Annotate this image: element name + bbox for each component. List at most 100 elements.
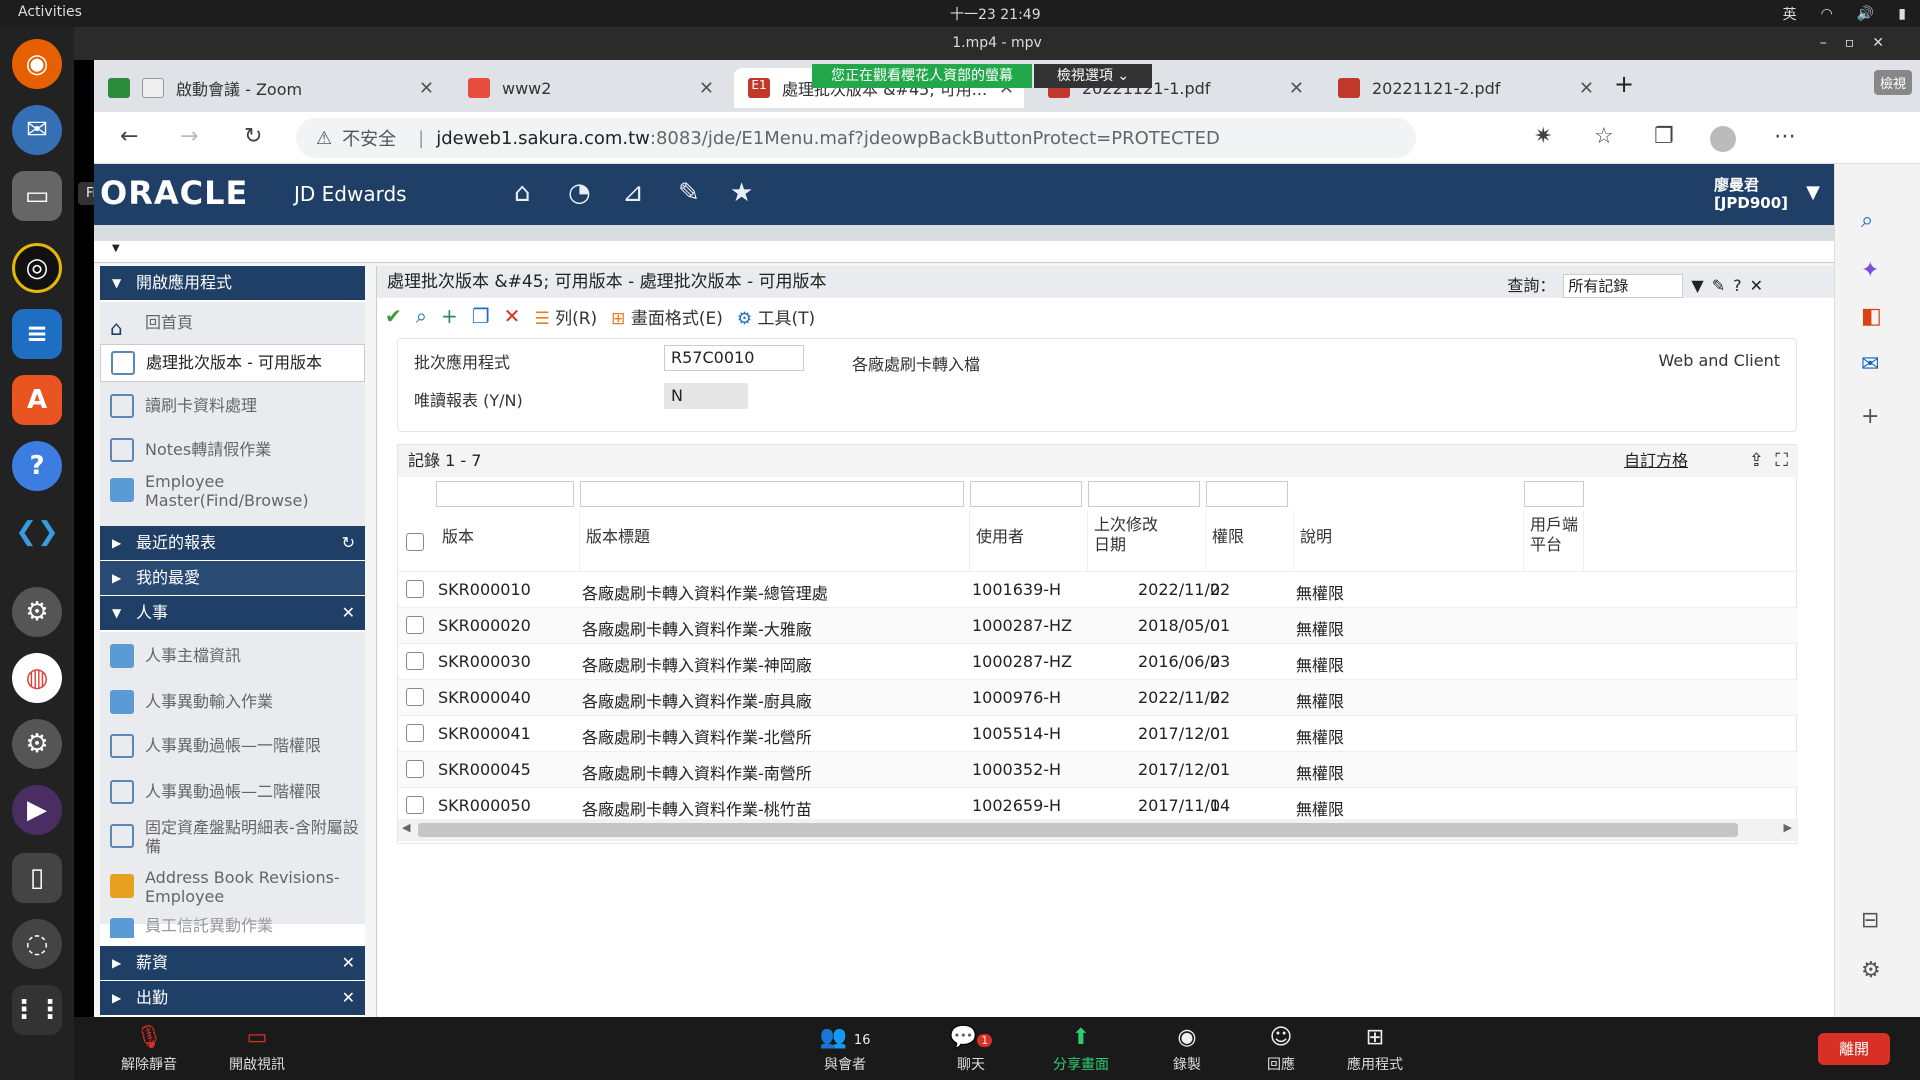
- battery-icon[interactable]: ▮: [1898, 6, 1906, 22]
- help-icon[interactable]: ?: [12, 441, 62, 491]
- table-row[interactable]: SKR000010 各廠處刷卡轉入資料作業-總管理處 1001639-H 2022/1…: [398, 571, 1798, 607]
- copilot-icon[interactable]: ✦: [1861, 258, 1879, 283]
- sidebar-item-notes-leave[interactable]: Notes轉請假作業: [100, 432, 365, 468]
- table-row[interactable]: SKR000041 各廠處刷卡轉入資料作業-北營所 1005514-H 2017/12…: [398, 715, 1798, 751]
- filter-platform[interactable]: [1524, 481, 1584, 507]
- tab-zoom[interactable]: 啟動會議 - Zoom ✕: [94, 68, 444, 108]
- user-menu[interactable]: 廖曼君 [JPD900]: [1714, 176, 1788, 212]
- new-tab-icon[interactable]: +: [1614, 70, 1634, 98]
- close-icon[interactable]: ✕: [419, 78, 434, 99]
- settings-icon[interactable]: ⚙: [12, 587, 62, 637]
- col-title[interactable]: 版本標題: [580, 511, 970, 571]
- search-icon[interactable]: ⌕: [416, 304, 427, 328]
- forward-icon[interactable]: →: [180, 124, 198, 149]
- delete-icon[interactable]: ✕: [504, 304, 521, 328]
- back-icon[interactable]: ←: [120, 124, 138, 149]
- copy-icon[interactable]: ❐: [472, 304, 490, 328]
- chevron-down-icon[interactable]: ▼: [112, 243, 120, 254]
- recent-reports-header[interactable]: ▶ 最近的報表 ↻: [100, 526, 365, 560]
- select-check-icon[interactable]: ✔: [385, 304, 402, 328]
- drive-icon[interactable]: ▯: [12, 853, 62, 903]
- filter-user[interactable]: [970, 481, 1082, 507]
- apps-button[interactable]: ⊞ 應用程式: [1330, 1025, 1420, 1074]
- filter-permission[interactable]: [1206, 481, 1288, 507]
- row-checkbox[interactable]: [406, 652, 424, 670]
- thunderbird-icon[interactable]: ✉: [12, 105, 62, 155]
- col-description[interactable]: 說明: [1294, 511, 1524, 571]
- add-icon[interactable]: +: [441, 304, 458, 328]
- reactions-button[interactable]: ☺ 回應: [1236, 1025, 1326, 1074]
- close-icon[interactable]: ✕: [699, 78, 714, 99]
- tools-menu[interactable]: ⚙ 工具(T): [737, 304, 815, 329]
- row-checkbox[interactable]: [406, 724, 424, 742]
- favorites-icon[interactable]: ☆: [1594, 124, 1614, 149]
- share-screen-button[interactable]: ⬆ 分享畫面: [1036, 1025, 1126, 1074]
- unmute-button[interactable]: 🎙 解除靜音: [104, 1025, 194, 1074]
- participants-button[interactable]: 👥 16 與會者: [800, 1025, 890, 1074]
- firefox-icon[interactable]: ◉: [12, 39, 62, 89]
- table-row[interactable]: SKR000030 各廠處刷卡轉入資料作業-神岡廠 1000287-HZ 2016/0…: [398, 643, 1798, 679]
- sidebar-item-hr-post2[interactable]: 人事異動過帳—二階權限: [100, 774, 365, 810]
- open-apps-header[interactable]: ▼ 開啟應用程式: [100, 266, 365, 300]
- collections-icon[interactable]: ❐: [1654, 124, 1674, 149]
- row-menu[interactable]: ☰ 列(R): [534, 304, 597, 329]
- menu-icon[interactable]: ⋯: [1774, 124, 1796, 149]
- clock[interactable]: 十一23 21:49: [950, 4, 1041, 24]
- reload-icon[interactable]: ↻: [244, 124, 262, 149]
- col-permission[interactable]: 權限: [1206, 511, 1294, 571]
- layout-menu[interactable]: ⊞ 畫面格式(E): [611, 304, 723, 329]
- chrome-icon[interactable]: ◍: [12, 653, 62, 703]
- vscode-icon[interactable]: ❮❯: [12, 507, 62, 557]
- search-icon[interactable]: ⌕: [1861, 208, 1873, 233]
- batch-app-field[interactable]: R57C0010: [664, 345, 804, 371]
- ime-indicator[interactable]: 英: [1783, 4, 1797, 24]
- leave-button[interactable]: 離開: [1818, 1033, 1890, 1065]
- wifi-icon[interactable]: ◠: [1821, 6, 1833, 22]
- table-row[interactable]: SKR000020 各廠處刷卡轉入資料作業-大雅廠 1000287-HZ 2018/0…: [398, 607, 1798, 643]
- writer-icon[interactable]: ≡: [12, 309, 62, 359]
- row-checkbox[interactable]: [406, 688, 424, 706]
- customize-grid-link[interactable]: 自訂方格: [1624, 445, 1688, 477]
- edit-icon[interactable]: ✎: [678, 178, 700, 208]
- close-icon[interactable]: ✕: [1289, 78, 1304, 99]
- activities-button[interactable]: Activities: [18, 4, 82, 20]
- col-date[interactable]: 上次修改 日期: [1088, 511, 1206, 571]
- video-player-icon[interactable]: ▶: [12, 785, 62, 835]
- office-icon[interactable]: ◧: [1861, 304, 1882, 329]
- rhythmbox-icon[interactable]: ◎: [12, 243, 62, 293]
- chart-icon[interactable]: ⊿: [622, 178, 644, 208]
- disk-icon[interactable]: ◌: [12, 919, 62, 969]
- view-options-button[interactable]: 檢視選項 ⌄: [1034, 64, 1152, 88]
- favorites-header[interactable]: ▶ 我的最愛: [100, 561, 365, 595]
- sidebar-item-asset-report[interactable]: 固定資產盤點明細表-含附屬設備: [100, 818, 365, 862]
- volume-icon[interactable]: 🔊: [1857, 6, 1874, 22]
- hr-header[interactable]: ▼ 人事 ✕: [100, 596, 365, 630]
- query-dropdown[interactable]: 所有記錄: [1563, 274, 1684, 298]
- record-button[interactable]: ◉ 錄製: [1142, 1025, 1232, 1074]
- settings-icon-2[interactable]: ⚙: [12, 719, 62, 769]
- export-icon[interactable]: ⇪: [1749, 445, 1764, 477]
- table-row[interactable]: SKR000045 各廠處刷卡轉入資料作業-南營所 1000352-H 2017/12…: [398, 751, 1798, 787]
- extension-icon[interactable]: ✷: [1534, 124, 1552, 149]
- close-icon[interactable]: ✕: [1579, 78, 1594, 99]
- home-icon[interactable]: ⌂: [514, 178, 531, 208]
- sidebar-toggle-icon[interactable]: ⊟: [1861, 908, 1879, 933]
- sidebar-item-hr-master[interactable]: 人事主檔資訊: [100, 638, 365, 674]
- select-all-checkbox[interactable]: [406, 533, 424, 551]
- tab-www2[interactable]: www2 ✕: [454, 68, 724, 108]
- settings-icon[interactable]: ⚙: [1861, 958, 1881, 983]
- url-field[interactable]: ⚠ 不安全 | jdeweb1.sakura.com.tw :8083/jde/…: [296, 118, 1416, 158]
- row-checkbox[interactable]: [406, 760, 424, 778]
- filter-version[interactable]: [436, 481, 574, 507]
- col-platform[interactable]: 用戶端 平台: [1524, 511, 1584, 571]
- sidebar-item-trust[interactable]: 員工信託異動作業: [100, 916, 365, 938]
- table-row[interactable]: SKR000040 各廠處刷卡轉入資料作業-廚具廠 1000976-H 2022/11…: [398, 679, 1798, 715]
- outlook-icon[interactable]: ✉: [1861, 352, 1879, 377]
- system-tray[interactable]: 英 ◠ 🔊 ▮: [1783, 4, 1906, 24]
- chevron-down-icon[interactable]: ▼: [1806, 182, 1820, 203]
- software-icon[interactable]: A: [12, 375, 62, 425]
- attendance-header[interactable]: ▶ 出勤 ✕: [100, 981, 365, 1015]
- sidebar-item-employee-master[interactable]: Employee Master(Find/Browse): [100, 472, 365, 516]
- scroll-thumb[interactable]: [418, 823, 1738, 837]
- window-controls[interactable]: –▫✕: [1820, 27, 1902, 60]
